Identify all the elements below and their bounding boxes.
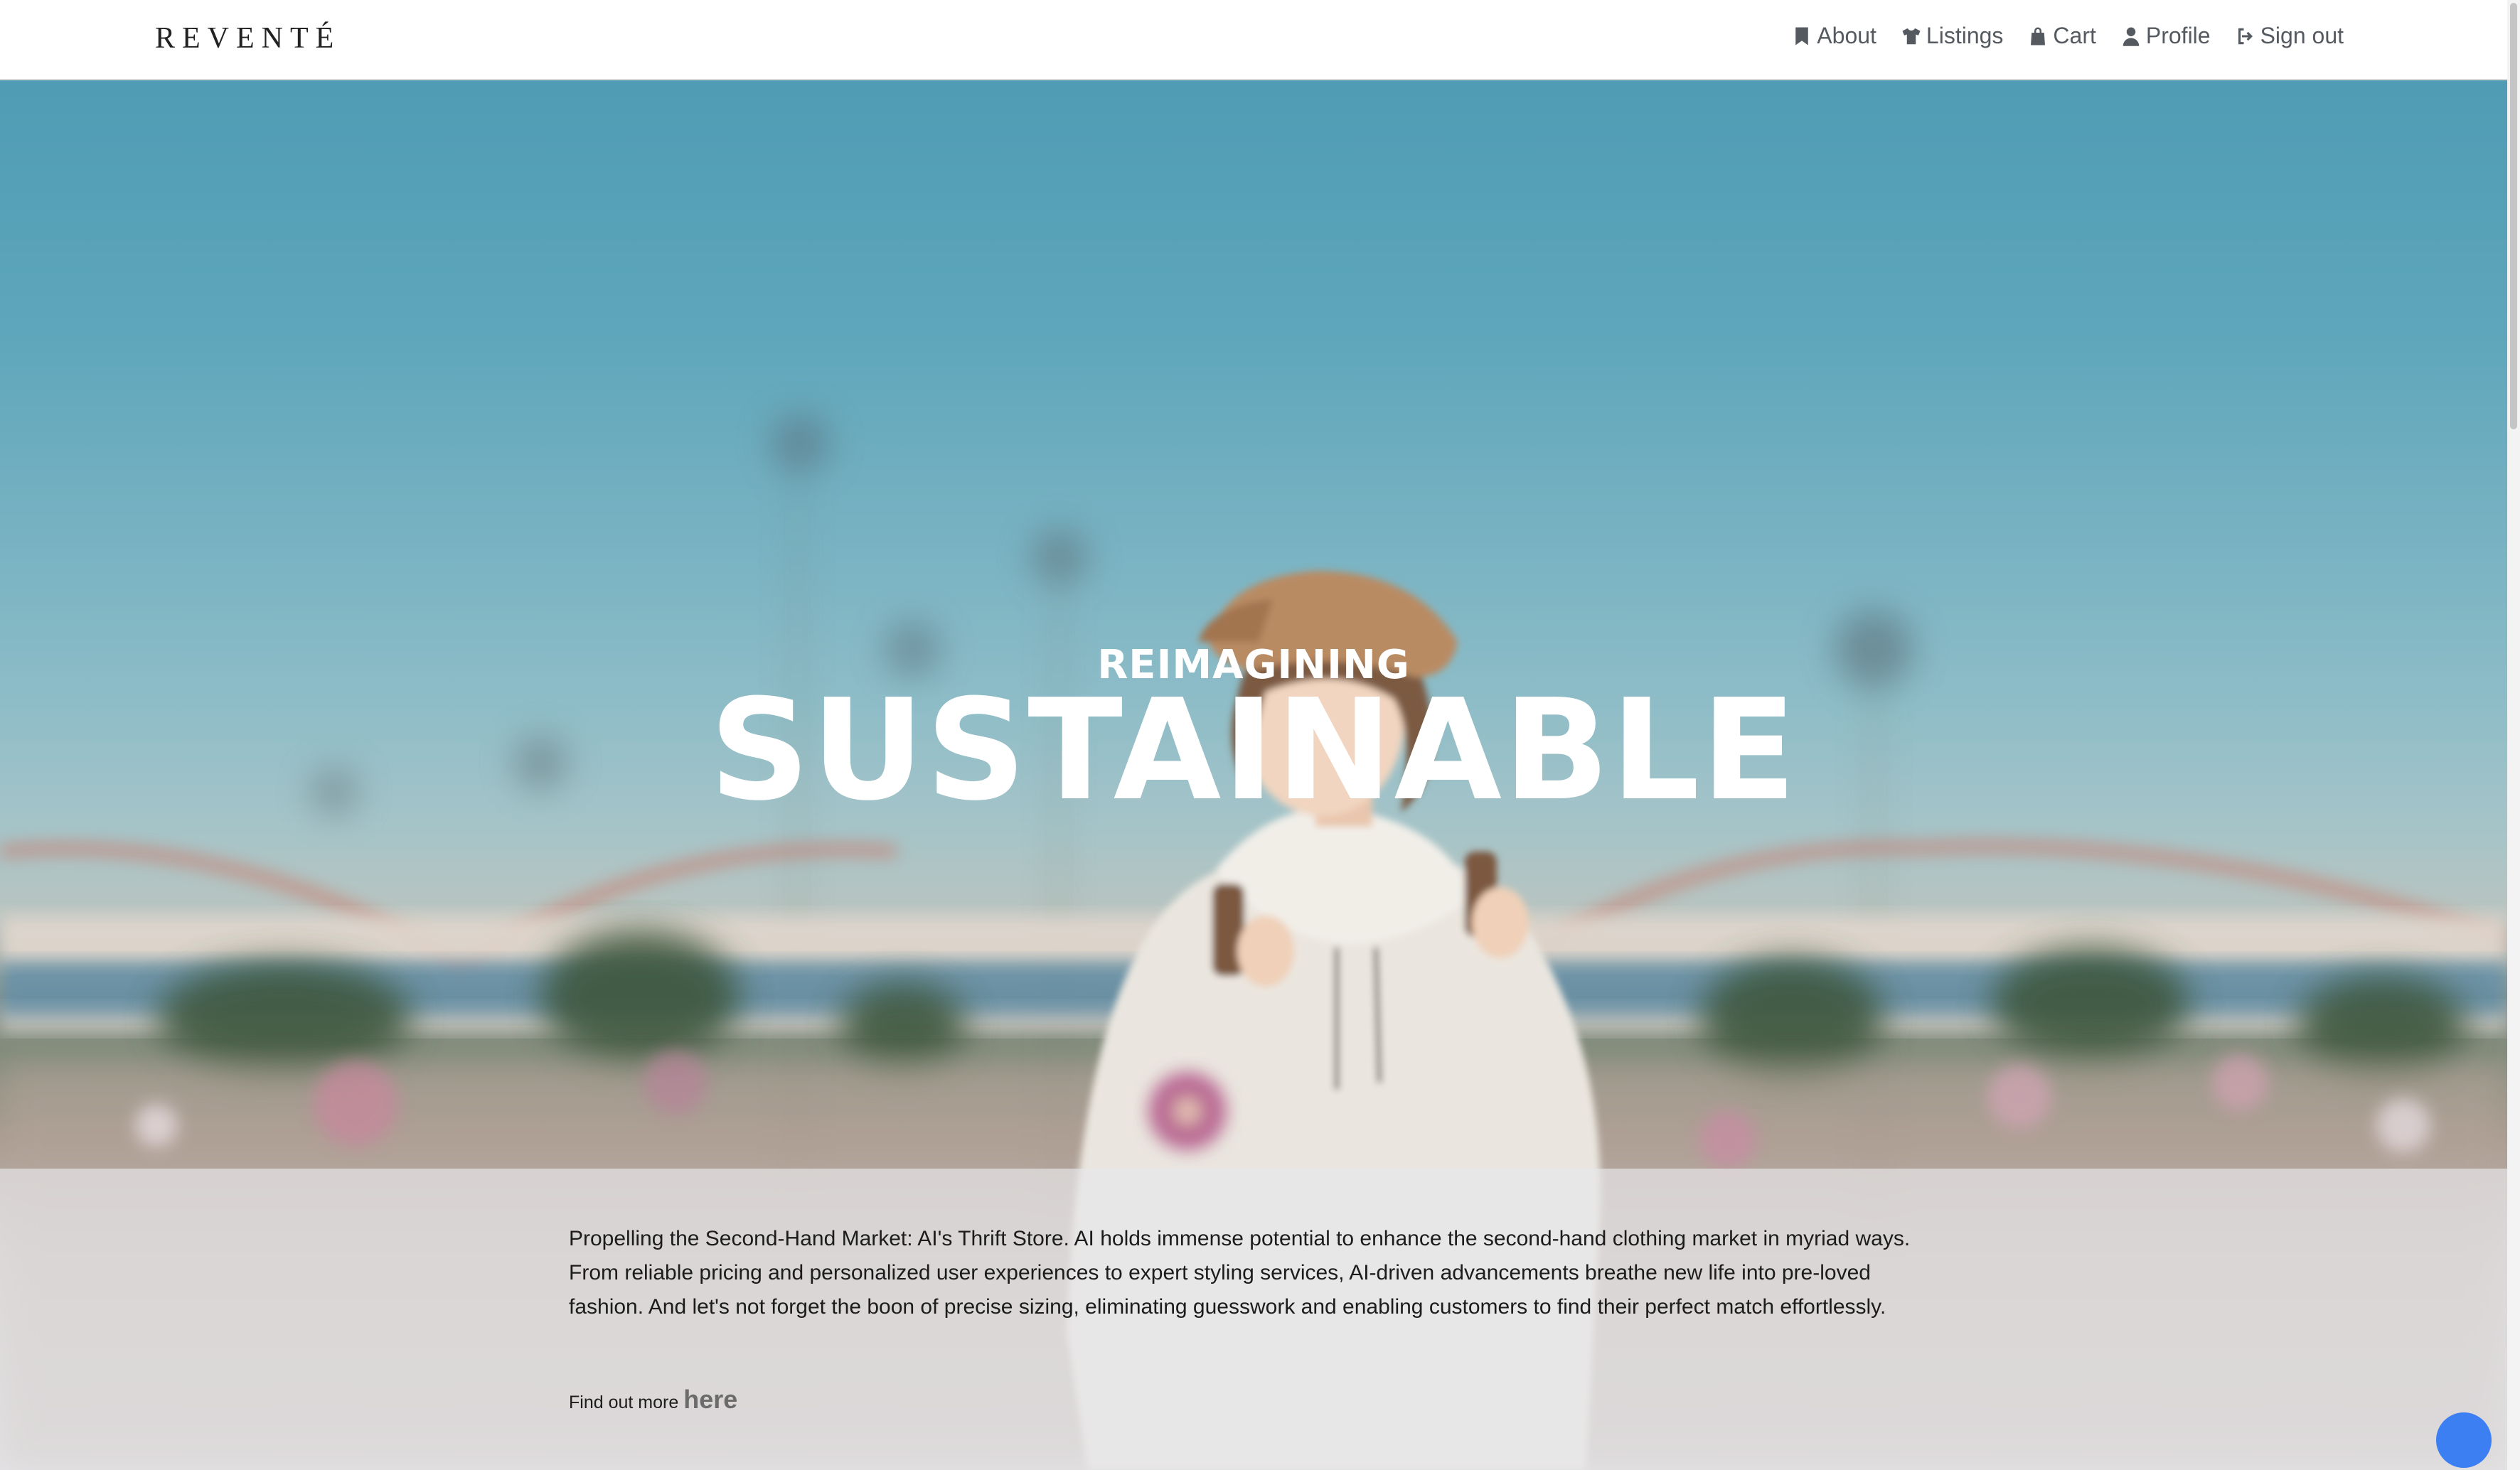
info-paragraph: Propelling the Second-Hand Market: AI's … — [569, 1227, 1911, 1319]
nav-signout-label: Sign out — [2260, 23, 2344, 48]
find-out-more: Find out more here — [569, 1385, 737, 1415]
nav-signout-link[interactable]: Sign out — [2235, 23, 2344, 49]
brand-logo[interactable]: REVENTÉ — [155, 21, 341, 55]
nav-profile-label: Profile — [2145, 23, 2211, 48]
nav-listings-label: Listings — [1926, 23, 2004, 48]
sign-out-icon — [2238, 28, 2253, 44]
info-panel: Propelling the Second-Hand Market: AI's … — [0, 1169, 2507, 1470]
top-navbar: REVENTÉ About Listings Cart Profile Sign… — [0, 0, 2507, 80]
find-out-more-prefix: Find out more — [569, 1393, 679, 1412]
user-icon — [2123, 27, 2140, 46]
nav-links: About Listings Cart Profile Sign out — [1791, 23, 2344, 49]
hero-section: REIMAGINING SUSTAINABLE Propelling the S… — [0, 80, 2507, 1470]
shopping-bag-icon — [2031, 27, 2046, 45]
shirt-icon — [1902, 28, 1921, 44]
bookmark-icon — [1795, 27, 1809, 45]
hero-title: SUSTAINABLE — [709, 670, 1798, 832]
chat-button[interactable] — [2436, 1412, 2492, 1468]
nav-cart-label: Cart — [2053, 23, 2096, 48]
nav-cart-link[interactable]: Cart — [2027, 23, 2096, 49]
nav-profile-link[interactable]: Profile — [2120, 23, 2211, 49]
nav-about-link[interactable]: About — [1791, 23, 1876, 49]
nav-about-label: About — [1817, 23, 1876, 48]
scrollbar-thumb[interactable] — [2510, 3, 2517, 429]
find-out-more-link[interactable]: here — [683, 1385, 737, 1414]
nav-listings-link[interactable]: Listings — [1901, 23, 2004, 49]
